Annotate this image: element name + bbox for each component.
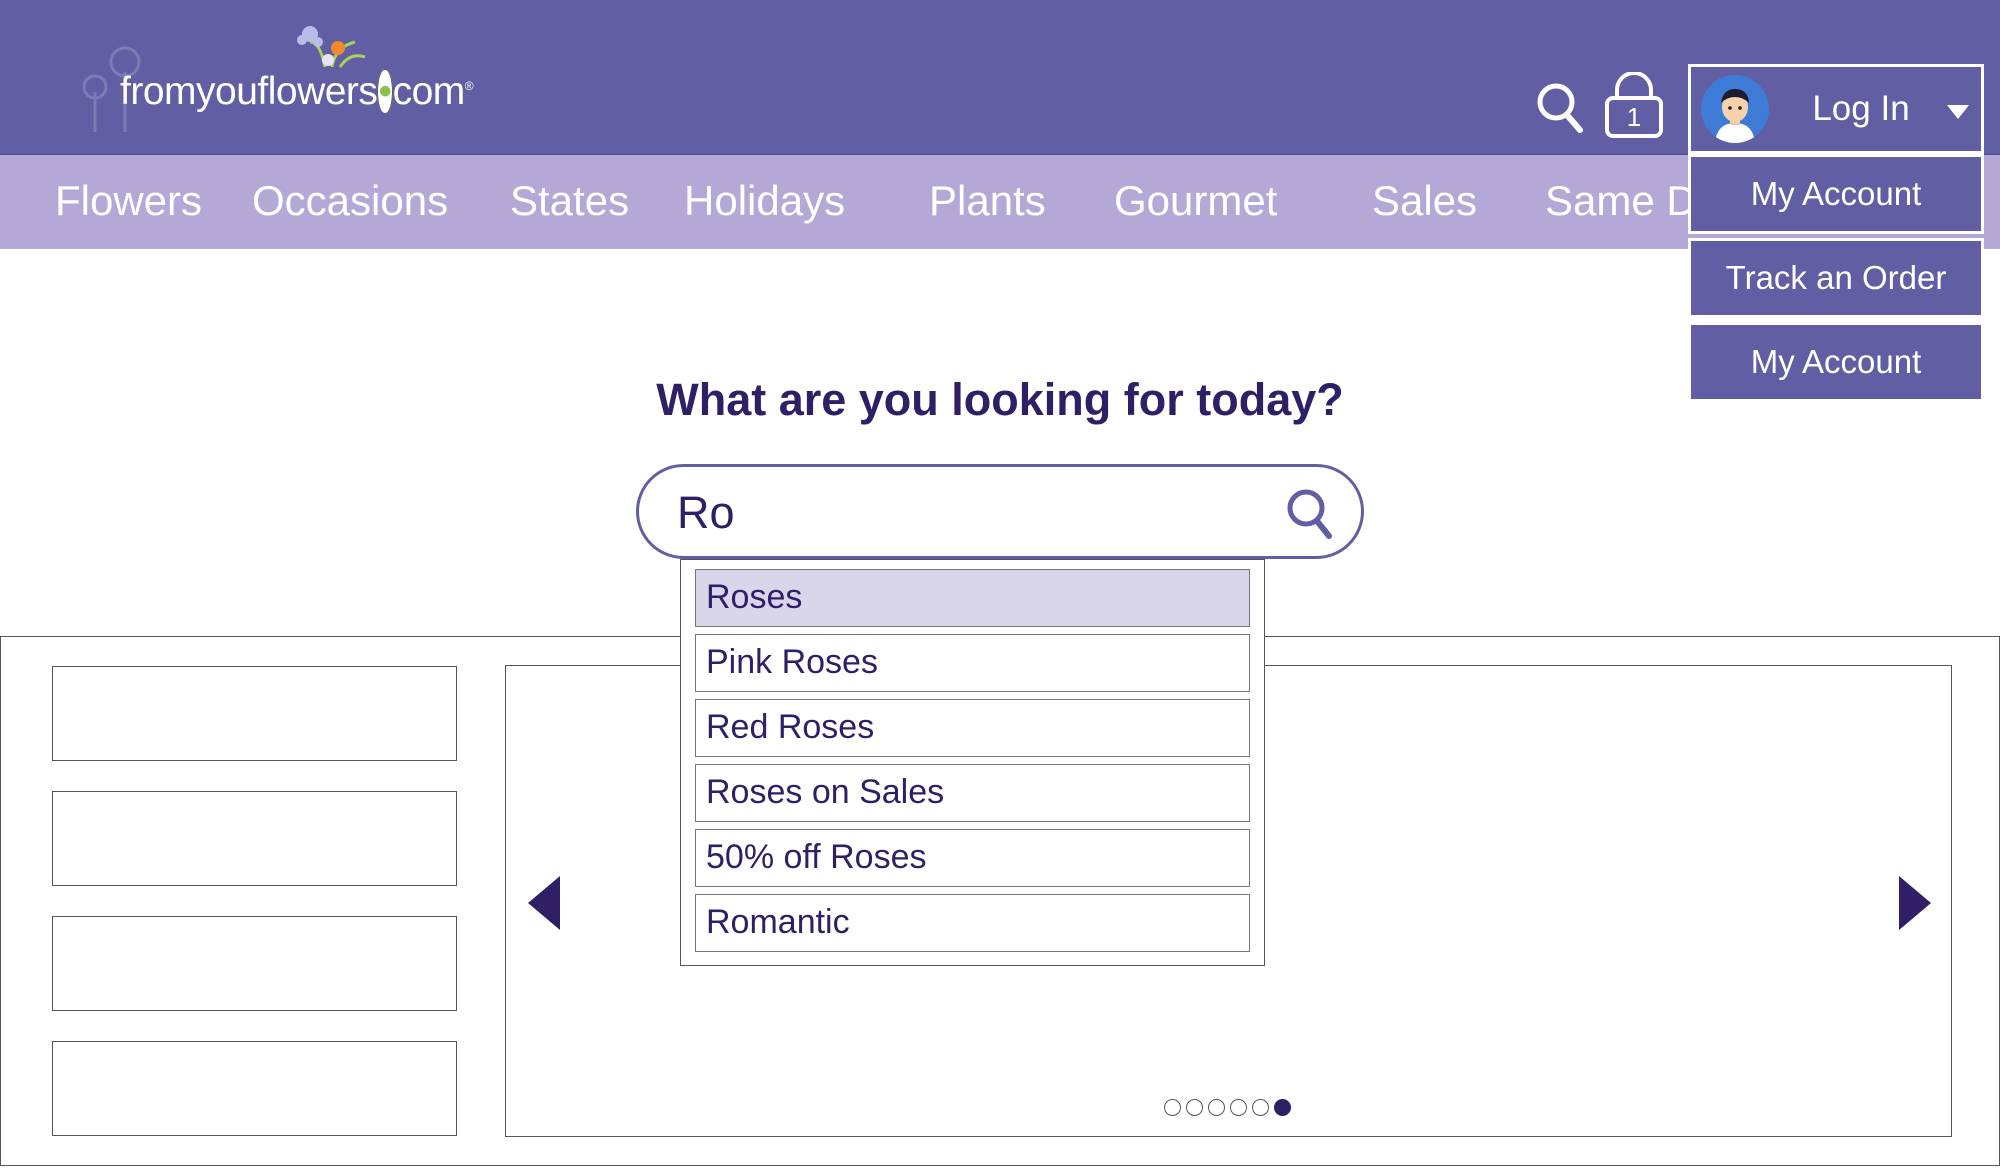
suggestion-item[interactable]: Romantic <box>695 894 1250 952</box>
logo-wordmark: fromyouflowers•com® <box>120 69 474 114</box>
suggestion-item[interactable]: Pink Roses <box>695 634 1250 692</box>
suggestion-item[interactable]: Roses on Sales <box>695 764 1250 822</box>
caret-down-icon <box>1947 105 1969 119</box>
cart-count-badge: 1 <box>1626 102 1642 132</box>
carousel-dot[interactable] <box>1274 1099 1291 1116</box>
site-header: fromyouflowers•com® 1 Log In <box>0 0 2000 155</box>
carousel-dot[interactable] <box>1208 1099 1225 1116</box>
side-panel-box[interactable] <box>52 666 457 761</box>
suggestion-item[interactable]: Red Roses <box>695 699 1250 757</box>
carousel-pagination <box>1164 1099 1291 1116</box>
nav-item-plants[interactable]: Plants <box>929 177 1046 225</box>
nav-item-occasions[interactable]: Occasions <box>252 177 448 225</box>
menu-item-my-account[interactable]: My Account <box>1688 154 1984 234</box>
side-panel-box[interactable] <box>52 1041 457 1136</box>
nav-item-states[interactable]: States <box>510 177 629 225</box>
search-icon[interactable] <box>1285 487 1335 541</box>
side-panel-box[interactable] <box>52 916 457 1011</box>
suggestion-item[interactable]: Roses <box>695 569 1250 627</box>
search-icon[interactable] <box>1535 80 1585 136</box>
bag-icon[interactable]: 1 <box>1603 71 1665 138</box>
carousel-dot[interactable] <box>1186 1099 1203 1116</box>
carousel-dot[interactable] <box>1252 1099 1269 1116</box>
arrow-right-icon[interactable] <box>1899 876 1931 930</box>
user-avatar-icon <box>1701 75 1769 143</box>
search-suggestions: Roses Pink Roses Red Roses Roses on Sale… <box>680 559 1265 966</box>
carousel-dot[interactable] <box>1164 1099 1181 1116</box>
nav-item-sales[interactable]: Sales <box>1372 177 1477 225</box>
login-button[interactable]: Log In <box>1688 64 1984 154</box>
search-input[interactable] <box>677 485 1237 541</box>
nav-item-flowers[interactable]: Flowers <box>55 177 202 225</box>
nav-item-gourmet[interactable]: Gourmet <box>1114 177 1277 225</box>
nav-item-same-day[interactable]: Same D <box>1545 177 1697 225</box>
login-label: Log In <box>1812 89 1910 128</box>
nav-item-holidays[interactable]: Holidays <box>684 177 845 225</box>
menu-item-track-order[interactable]: Track an Order <box>1688 238 1984 318</box>
suggestion-item[interactable]: 50% off Roses <box>695 829 1250 887</box>
side-panel-box[interactable] <box>52 791 457 886</box>
site-logo[interactable]: fromyouflowers•com® <box>70 12 510 142</box>
search-headline: What are you looking for today? <box>656 374 1344 425</box>
arrow-left-icon[interactable] <box>528 876 560 930</box>
search-box <box>636 464 1364 559</box>
carousel-dot[interactable] <box>1230 1099 1247 1116</box>
